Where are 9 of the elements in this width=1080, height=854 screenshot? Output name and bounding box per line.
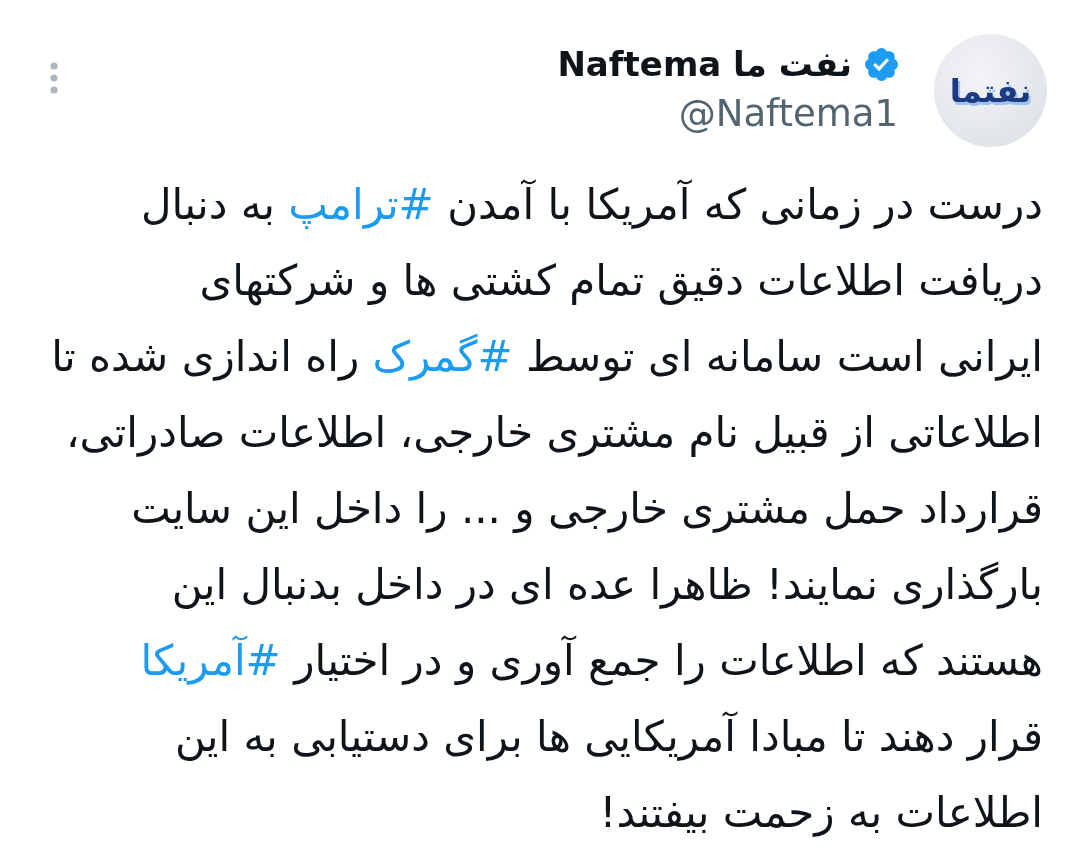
hashtag-link[interactable]: #آمریکا xyxy=(140,636,281,685)
hashtag-link[interactable]: #ترامپ xyxy=(288,180,434,229)
hashtag-link[interactable]: #گمرک xyxy=(372,332,513,381)
tweet-text: درست در زمانی که آمریکا با آمدن #ترامپ به دنبال دریافت اطلاعات دقیق تمام کشتی ها و شرکتهای ایرانی است سامانه ای توسط #گمرک راه اندازی شده تا اطلاعاتی از قبیل نام مشتری خارجی، اطلاعات صادراتی، قرارداد حمل مشتری خارجی و ... را داخل این سایت بارگذاری نمایند! ظاهرا عده ای در داخل بدنبال این هستند که اطلاعات را جمع آوری و در اختیار #آمریکا قرار دهند تا مبادا آمریکایی ها برای دستیابی به این اطلاعات به زحمت بیفتند! xyxy=(50,178,1044,839)
display-name: نفت ما Naftema xyxy=(557,43,852,86)
more-icon xyxy=(50,62,58,94)
user-handle: @Naftema1 xyxy=(678,92,898,136)
avatar[interactable]: نفتما xyxy=(934,34,1047,147)
logo-text: نفتما xyxy=(949,71,1032,110)
